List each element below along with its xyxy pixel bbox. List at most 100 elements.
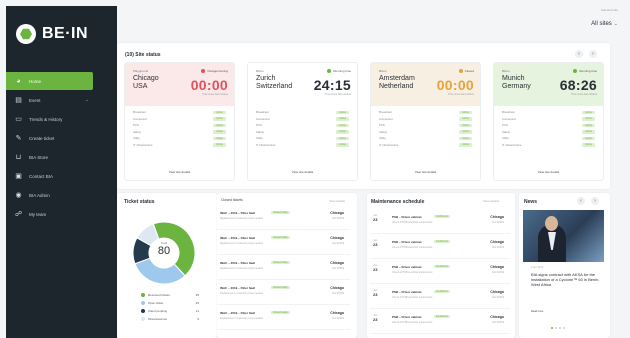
system-status-badge: Active xyxy=(582,123,595,127)
view-site-details-link[interactable]: View site details xyxy=(125,170,234,174)
sidebar-item-label: Home xyxy=(29,78,42,84)
status-dot-icon xyxy=(573,69,578,73)
sidebar-nav: ◕ Home ▤ Event ⌄ ▭ Trends & History ✎ Create tic… xyxy=(6,72,117,224)
maintenance-site: Chicago xyxy=(490,290,504,294)
sidebar-item-4[interactable]: ⊔ BIA Store xyxy=(6,148,117,166)
site-card[interactable]: Bistro Zurich Switzerland Running time 24:15… xyxy=(247,62,358,181)
news-next-icon[interactable]: › xyxy=(591,197,599,205)
ticket-description: Replacement of vacuum pump needed xyxy=(220,242,263,245)
ticket-row[interactable]: INAC – 2019 – Filter fault Closed today Re… xyxy=(217,257,350,280)
legend-item: Client pending 11 xyxy=(141,307,199,315)
system-status-badge: Active xyxy=(582,130,595,134)
ticket-description: Replacement of vacuum pump needed xyxy=(220,317,263,320)
view-site-details-link[interactable]: View site details xyxy=(371,170,480,174)
maintenance-row[interactable]: Jan 23 PSB – Driver cabinet Confirmed Check … xyxy=(370,211,510,234)
legend-label: Open ticket xyxy=(148,301,164,305)
brand-logo[interactable]: BE·IN xyxy=(16,24,88,44)
sidebar-item-5[interactable]: ▣ Contact BIA xyxy=(6,167,117,185)
legend-label: Client pending xyxy=(148,309,168,313)
system-status-badge: Active xyxy=(336,143,349,147)
site-timer-caption: Time since last incident xyxy=(325,93,351,96)
sidebar-item-6[interactable]: ◉ BIA Admin xyxy=(6,186,117,204)
closed-tickets-tab[interactable]: Closed tickets xyxy=(221,198,243,202)
news-image[interactable] xyxy=(523,210,604,262)
ticket-row[interactable]: INAC – 2019 – Filter fault Closed today Re… xyxy=(217,207,350,230)
site-card[interactable]: Bistro Amsterdam Netherland Closed 00:00 Time… xyxy=(370,62,481,181)
site-system-list: Broadcast Active Connected Active PCS Active S… xyxy=(379,109,472,148)
donut-center: Total 80 xyxy=(153,241,175,257)
legend-item: Obsolescence 9 xyxy=(141,315,199,323)
news-headline[interactable]: BIA signs contract with AKSA for the ins… xyxy=(531,272,603,287)
pager-dot[interactable] xyxy=(559,327,561,329)
sidebar-item-0[interactable]: ◕ Home xyxy=(6,72,93,90)
system-row: IT infrastructure Active xyxy=(379,142,472,149)
prev-arrow-icon[interactable]: ‹ xyxy=(575,50,583,58)
ticket-row[interactable]: INAC – 2019 – Filter fault Closed today Re… xyxy=(217,282,350,305)
sidebar-item-label: BIA Store xyxy=(29,154,49,160)
sidebar-item-7[interactable]: ☍ My team xyxy=(6,205,117,223)
hexagon-logo-icon xyxy=(16,24,36,44)
status-dot-icon xyxy=(201,69,206,73)
news-read-more-link[interactable]: Read more xyxy=(531,310,543,313)
ticket-row[interactable]: INAC – 2019 – Filter fault Closed today Re… xyxy=(217,232,350,255)
site-selector[interactable]: Selected site All sites ⌄ xyxy=(591,8,618,30)
sidebar-item-label: Trends & History xyxy=(29,116,63,122)
maintenance-date: Jan 23 xyxy=(373,264,377,272)
site-timer-caption: Time since last incident xyxy=(571,93,597,96)
view-site-details-link[interactable]: View site details xyxy=(248,170,357,174)
site-status-text: Outage/running xyxy=(207,69,228,73)
system-status-badge: Active xyxy=(213,136,226,140)
site-location: Chicago USA xyxy=(133,75,159,90)
news-prev-icon[interactable]: ‹ xyxy=(577,197,585,205)
ticket-row[interactable]: INAC – 2019 – Filter fault Closed today Re… xyxy=(217,307,350,330)
maintenance-row[interactable]: Jan 23 PSB – Driver cabinet Confirmed Check … xyxy=(370,236,510,259)
system-name: PCS xyxy=(256,123,262,128)
site-card[interactable]: Playground Chicago USA Outage/running 00:00 T… xyxy=(124,62,235,181)
view-site-details-link[interactable]: View site details xyxy=(494,170,603,174)
maintenance-row[interactable]: Jan 23 PSB – Driver cabinet Confirmed Check … xyxy=(370,261,510,284)
site-location: Amsterdam Netherland xyxy=(379,75,415,90)
site-status: Running time xyxy=(327,69,351,73)
maintenance-row[interactable]: Jan 23 PSB – Driver cabinet Confirmed Check … xyxy=(370,286,510,309)
system-status-badge: Active xyxy=(582,143,595,147)
pager-dot[interactable] xyxy=(555,327,557,329)
status-dot-icon xyxy=(458,69,463,73)
maintenance-view-link[interactable]: View details xyxy=(483,199,499,203)
sidebar-item-2[interactable]: ▭ Trends & History xyxy=(6,110,117,128)
next-arrow-icon[interactable]: › xyxy=(589,50,597,58)
maintenance-description: Check of PSB electrical components xyxy=(392,296,433,299)
ticket-title: INAC – 2019 – Filter fault xyxy=(220,311,256,315)
cart-icon: ⊔ xyxy=(15,153,22,161)
maintenance-day: 23 xyxy=(373,292,378,297)
maintenance-title: PSB – Driver cabinet xyxy=(392,265,422,269)
closed-tickets-view-link[interactable]: View details xyxy=(329,199,345,203)
site-status-text: Running time xyxy=(333,69,351,73)
ticket-title: INAC – 2019 – Filter fault xyxy=(220,286,256,290)
pager-dot[interactable] xyxy=(551,327,553,329)
system-status-badge: Active xyxy=(336,130,349,134)
maintenance-ref: Ref #2019 xyxy=(492,296,504,299)
sidebar-item-3[interactable]: ✎ Create ticket xyxy=(6,129,117,147)
sidebar-item-label: Event xyxy=(29,97,41,103)
system-name: PCS xyxy=(502,123,508,128)
system-name: Broadcast xyxy=(256,110,269,115)
system-name: Utility xyxy=(133,136,140,141)
pager-dot[interactable] xyxy=(563,327,565,329)
admin-icon: ◉ xyxy=(15,191,22,199)
maintenance-title: Maintenance schedule xyxy=(371,199,425,205)
calendar-icon: ▤ xyxy=(15,96,22,104)
brand-name: BE·IN xyxy=(42,25,89,42)
site-card[interactable]: Bistro Munich Germany Running time 68:26 Time… xyxy=(493,62,604,181)
ticket-status-badge: Closed today xyxy=(271,260,290,264)
ticket-status-badge: Closed today xyxy=(271,310,290,314)
maintenance-row[interactable]: Jan 23 PSB – Driver cabinet Confirmed Check … xyxy=(370,311,510,334)
system-status-badge: Active xyxy=(336,117,349,121)
site-country: USA xyxy=(133,82,148,90)
maintenance-description: Check of PSB electrical components xyxy=(392,246,433,249)
system-name: Safety xyxy=(502,129,510,134)
site-card-header: Bistro Zurich Switzerland Running time 24:15… xyxy=(248,63,357,106)
sidebar-item-1[interactable]: ▤ Event ⌄ xyxy=(6,91,117,109)
maintenance-day: 23 xyxy=(373,267,378,272)
ticket-title: INAC – 2019 – Filter fault xyxy=(220,261,256,265)
maintenance-date: Jan 23 xyxy=(373,314,377,322)
